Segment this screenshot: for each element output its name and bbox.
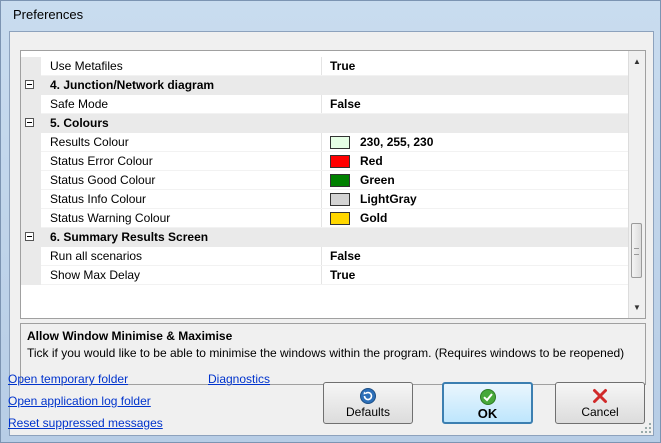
column-divider bbox=[321, 152, 322, 171]
property-name: Show Max Delay bbox=[50, 268, 141, 282]
property-row[interactable]: Use Metafiles True bbox=[21, 57, 628, 76]
ok-button-label: OK bbox=[477, 406, 498, 421]
open-application-log-folder-link[interactable]: Open application log folder bbox=[8, 394, 151, 408]
category-label: 6. Summary Results Screen bbox=[50, 230, 209, 244]
row-gutter bbox=[21, 57, 41, 76]
cancel-button[interactable]: Cancel bbox=[555, 382, 645, 424]
property-row[interactable]: Results Colour 230, 255, 230 bbox=[21, 133, 628, 152]
property-value[interactable]: False bbox=[330, 249, 361, 263]
color-swatch bbox=[330, 174, 350, 187]
property-value[interactable]: True bbox=[330, 268, 355, 282]
row-gutter bbox=[21, 266, 41, 285]
row-gutter bbox=[21, 95, 41, 114]
collapse-minus-icon[interactable] bbox=[25, 80, 34, 89]
property-name: Results Colour bbox=[50, 135, 129, 149]
scroll-up-arrow-icon[interactable]: ▲ bbox=[629, 53, 645, 70]
row-gutter bbox=[21, 133, 41, 152]
column-divider bbox=[321, 190, 322, 209]
property-grid-scrollbar[interactable]: ▲ ▼ bbox=[628, 51, 645, 318]
row-gutter bbox=[21, 209, 41, 228]
property-row[interactable]: Run all scenarios False bbox=[21, 247, 628, 266]
column-divider bbox=[321, 133, 322, 152]
open-temporary-folder-link[interactable]: Open temporary folder bbox=[8, 372, 128, 386]
property-row[interactable]: Status Error Colour Red bbox=[21, 152, 628, 171]
defaults-button[interactable]: Defaults bbox=[323, 382, 413, 424]
green-check-icon bbox=[479, 389, 496, 405]
column-divider bbox=[321, 95, 322, 114]
column-divider bbox=[321, 57, 322, 76]
property-value[interactable]: True bbox=[330, 59, 355, 73]
row-gutter bbox=[21, 247, 41, 266]
property-value[interactable]: Red bbox=[360, 154, 383, 168]
property-name: Status Warning Colour bbox=[50, 211, 171, 225]
row-gutter bbox=[21, 152, 41, 171]
property-name: Run all scenarios bbox=[50, 249, 143, 263]
description-title: Allow Window Minimise & Maximise bbox=[27, 329, 233, 343]
property-value[interactable]: Gold bbox=[360, 211, 387, 225]
column-divider bbox=[321, 171, 322, 190]
column-divider bbox=[321, 266, 322, 285]
column-divider bbox=[321, 247, 322, 266]
category-row[interactable]: 5. Colours bbox=[21, 114, 628, 133]
scroll-down-arrow-icon[interactable]: ▼ bbox=[629, 299, 645, 316]
category-label: 4. Junction/Network diagram bbox=[50, 78, 215, 92]
diagnostics-link[interactable]: Diagnostics bbox=[208, 372, 270, 386]
property-row[interactable]: Status Good Colour Green bbox=[21, 171, 628, 190]
preferences-window: Preferences Use Metafiles True 4. Junction… bbox=[0, 0, 661, 443]
category-label: 5. Colours bbox=[50, 116, 109, 130]
property-name: Status Error Colour bbox=[50, 154, 153, 168]
property-value[interactable]: Green bbox=[360, 173, 395, 187]
property-name: Status Good Colour bbox=[50, 173, 156, 187]
reset-suppressed-messages-link[interactable]: Reset suppressed messages bbox=[8, 416, 163, 430]
collapse-minus-icon[interactable] bbox=[25, 118, 34, 127]
property-name: Status Info Colour bbox=[50, 192, 147, 206]
property-value[interactable]: False bbox=[330, 97, 361, 111]
red-x-icon bbox=[593, 389, 607, 403]
property-row[interactable]: Show Max Delay True bbox=[21, 266, 628, 285]
property-value[interactable]: LightGray bbox=[360, 192, 417, 206]
ok-button[interactable]: OK bbox=[442, 382, 533, 424]
color-swatch bbox=[330, 155, 350, 168]
cancel-button-label: Cancel bbox=[581, 405, 619, 419]
color-swatch bbox=[330, 136, 350, 149]
scroll-thumb[interactable] bbox=[631, 223, 642, 278]
property-name: Safe Mode bbox=[50, 97, 109, 111]
category-row[interactable]: 6. Summary Results Screen bbox=[21, 228, 628, 247]
property-value[interactable]: 230, 255, 230 bbox=[360, 135, 433, 149]
color-swatch bbox=[330, 193, 350, 206]
row-gutter bbox=[21, 190, 41, 209]
client-area: Use Metafiles True 4. Junction/Network dia… bbox=[8, 31, 654, 436]
defaults-button-label: Defaults bbox=[345, 405, 391, 419]
column-divider bbox=[321, 209, 322, 228]
property-grid[interactable]: Use Metafiles True 4. Junction/Network dia… bbox=[20, 50, 646, 319]
property-row[interactable]: Safe Mode False bbox=[21, 95, 628, 114]
window-title: Preferences bbox=[13, 7, 84, 22]
category-row[interactable]: 4. Junction/Network diagram bbox=[21, 76, 628, 95]
property-row[interactable]: Status Info Colour LightGray bbox=[21, 190, 628, 209]
reset-arrow-icon bbox=[360, 388, 376, 404]
property-name: Use Metafiles bbox=[50, 59, 123, 73]
collapse-minus-icon[interactable] bbox=[25, 232, 34, 241]
property-grid-rows: Use Metafiles True 4. Junction/Network dia… bbox=[21, 57, 628, 285]
description-text: Tick if you would like to be able to min… bbox=[27, 346, 625, 360]
row-gutter bbox=[21, 171, 41, 190]
resize-grip-icon[interactable] bbox=[641, 423, 651, 433]
color-swatch bbox=[330, 212, 350, 225]
property-row[interactable]: Status Warning Colour Gold bbox=[21, 209, 628, 228]
row-divider bbox=[41, 284, 628, 285]
